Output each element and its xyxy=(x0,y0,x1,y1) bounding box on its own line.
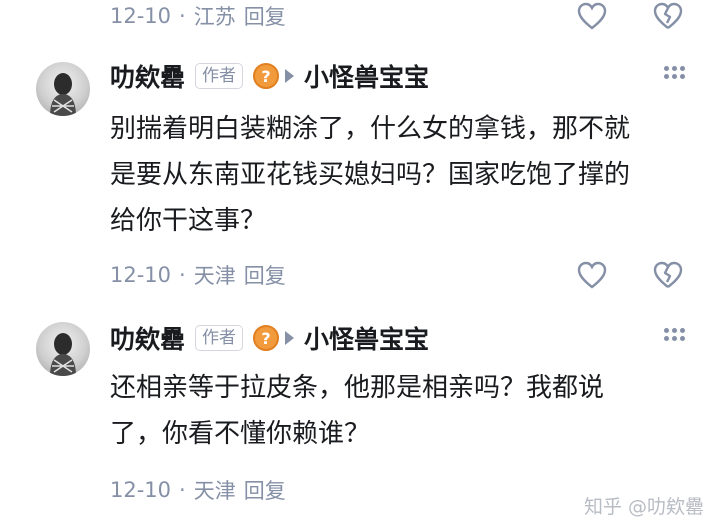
comment-line: 是要从东南亚花钱买媳妇吗？国家吃饱了撑的 xyxy=(110,160,631,190)
comment-actions xyxy=(576,259,684,291)
comment-line: 给你干这事？ xyxy=(110,206,267,236)
comment-date: 12-10 xyxy=(110,263,172,287)
comment-location: 江苏 xyxy=(193,5,236,29)
comment-text: 还相亲等于拉皮条，他那是相亲吗？我都说 了，你看不懂你赖谁？ xyxy=(110,365,690,457)
watermark: 知乎 @叻欸罍 xyxy=(583,496,704,518)
reply-button[interactable]: 回复 xyxy=(244,260,286,290)
comment-line: 别揣着明白装糊涂了，什么女的拿钱，那不就 xyxy=(110,114,631,144)
author-name[interactable]: 叻欸罍 xyxy=(110,320,185,356)
reply-button[interactable]: 回复 xyxy=(244,475,286,505)
reply-arrow-icon xyxy=(285,69,295,83)
question-badge-icon: ? xyxy=(253,63,280,89)
more-dots-icon[interactable] xyxy=(662,326,686,350)
reply-to-name[interactable]: 小怪兽宝宝 xyxy=(304,320,429,356)
heart-icon[interactable] xyxy=(576,0,608,32)
reply-to-name[interactable]: 小怪兽宝宝 xyxy=(304,58,429,94)
comment-meta: 12-10 · 天津 回复 xyxy=(110,474,286,506)
comment-text: 别揣着明白装糊涂了，什么女的拿钱，那不就 是要从东南亚花钱买媳妇吗？国家吃饱了撑… xyxy=(110,106,690,244)
meta-separator: · xyxy=(179,4,186,28)
comment-location: 天津 xyxy=(193,479,236,503)
comment-header: 叻欸罍 作者 ? 小怪兽宝宝 xyxy=(110,58,429,94)
broken-heart-icon[interactable] xyxy=(652,0,684,32)
author-name[interactable]: 叻欸罍 xyxy=(110,58,185,94)
comment-actions-top xyxy=(576,0,684,32)
comment-location: 天津 xyxy=(193,264,236,288)
comment-date: 12-10 xyxy=(110,4,172,28)
more-dots-icon[interactable] xyxy=(662,64,686,88)
avatar[interactable] xyxy=(36,322,90,376)
comment-meta-top: 12-10 · 江苏 回复 xyxy=(110,0,286,32)
author-badge: 作者 xyxy=(195,63,244,89)
author-badge: 作者 xyxy=(195,325,244,351)
comment-line: 了，你看不懂你赖谁？ xyxy=(110,419,371,449)
comment-meta: 12-10 · 天津 回复 xyxy=(110,259,286,291)
heart-icon[interactable] xyxy=(576,259,608,291)
comment-header: 叻欸罍 作者 ? 小怪兽宝宝 xyxy=(110,320,429,356)
reply-button[interactable]: 回复 xyxy=(244,1,286,31)
avatar[interactable] xyxy=(36,62,90,116)
comment-line: 还相亲等于拉皮条，他那是相亲吗？我都说 xyxy=(110,373,605,403)
broken-heart-icon[interactable] xyxy=(652,259,684,291)
question-badge-icon: ? xyxy=(253,325,280,351)
reply-arrow-icon xyxy=(285,331,295,345)
comment-date: 12-10 xyxy=(110,478,172,502)
meta-separator: · xyxy=(179,263,186,287)
meta-separator: · xyxy=(179,478,186,502)
